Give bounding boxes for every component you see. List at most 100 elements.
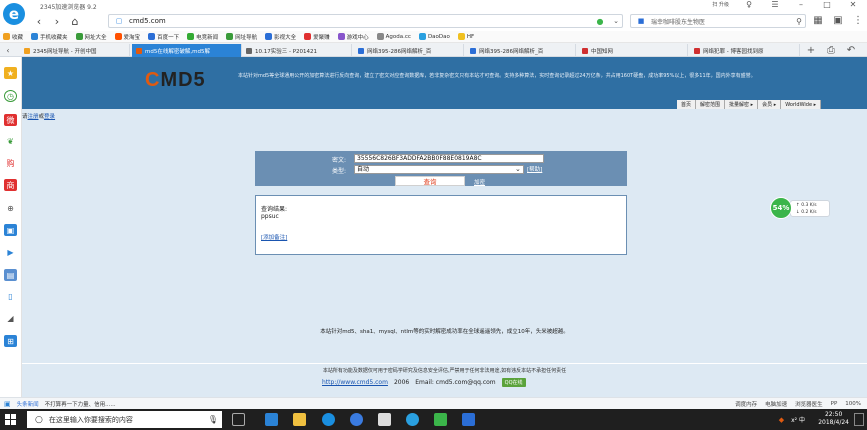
browser-tab[interactable]: 中国知网	[578, 44, 688, 57]
browser-tab[interactable]: 10.17实验三 - P201421	[242, 44, 352, 57]
taskbar-search[interactable]: ○ 在这里输入你要搜索的内容 🎙	[27, 411, 222, 428]
qq-online-button[interactable]: QQ在线	[501, 378, 526, 387]
shopping-icon[interactable]: 购	[4, 157, 17, 169]
speed-booster-button[interactable]: 54%	[770, 197, 792, 219]
notification-icon[interactable]	[854, 413, 864, 426]
login-link[interactable]: 登录	[44, 114, 55, 120]
search-icon[interactable]: ⚲	[793, 15, 805, 27]
bookmark-item[interactable]: 爱淘宝	[114, 33, 140, 41]
store-icon[interactable]	[378, 413, 391, 426]
weibo-icon[interactable]: 微	[4, 114, 17, 126]
ciphertext-input[interactable]: 35556C826BF3ADDFA2BB0F88E0819A8C	[354, 154, 544, 163]
footer-contact: http://www.cmd5.com 2006 Email: cmd5.com…	[322, 378, 526, 387]
favorites-star-icon[interactable]: ★	[4, 67, 17, 79]
bookmark-item[interactable]: 手机收藏夹	[31, 33, 68, 41]
search-input[interactable]: ■ 瑞幸咖啡股东生物医 ⚲	[630, 14, 806, 28]
microphone-icon[interactable]: 🎙	[208, 415, 222, 424]
login-prompt: 请注册或登录	[22, 114, 56, 120]
phone-icon[interactable]: ▯	[4, 290, 17, 302]
status-tool-item[interactable]: 100%	[845, 401, 861, 407]
bookmark-item[interactable]: 爱聚赚	[304, 33, 330, 41]
app-green-icon[interactable]	[434, 413, 447, 426]
status-tool-item[interactable]: PP	[831, 401, 838, 407]
tab-bar: ‹ 2345网址导航 - 开创中国 md5在线解密破解,md5解 10.17实验三 …	[0, 43, 867, 57]
site-nav-item[interactable]: 批量解密 ▸	[725, 100, 759, 109]
app-icon[interactable]: ▣	[4, 224, 17, 236]
restore-tab-icon[interactable]: ⎙	[825, 44, 837, 56]
task-view-icon[interactable]	[232, 413, 245, 426]
undo-icon[interactable]: ↶	[845, 44, 857, 56]
url-input[interactable]: ▢ cmd5.com ● ⌄	[108, 14, 623, 28]
status-tool-item[interactable]: 电脑加速	[765, 400, 787, 408]
bookmark-item[interactable]: 百度一下	[148, 33, 179, 41]
history-clock-icon[interactable]: ◷	[4, 90, 17, 102]
windows-start-icon[interactable]	[5, 414, 16, 425]
site-nav-item[interactable]: WorldWide ▸	[781, 100, 822, 109]
plant-icon[interactable]: ❦	[4, 135, 17, 147]
browser-2345-icon[interactable]	[322, 413, 335, 426]
news-ticker[interactable]: ▣ 头条新闻 不打算再一下力量、信用......	[4, 400, 116, 408]
bookmark-item[interactable]: DaoDao	[418, 33, 450, 40]
bookmark-item[interactable]: 网址大全	[75, 33, 107, 41]
browser-tab[interactable]: 2345网址导航 - 开创中国	[20, 44, 130, 57]
mail-icon[interactable]	[462, 413, 475, 426]
type-select[interactable]: 自动 ⌄	[354, 165, 524, 174]
footer-url-link[interactable]: http://www.cmd5.com	[322, 379, 388, 386]
search-engine-icon[interactable]: ■	[635, 15, 647, 27]
close-icon[interactable]: ✕	[847, 0, 859, 9]
bookmark-item[interactable]: 网址导航	[226, 33, 257, 41]
mall-icon[interactable]: 商	[4, 179, 17, 191]
screen-icon[interactable]: ▤	[4, 269, 17, 281]
encrypt-link[interactable]: 加密	[474, 178, 485, 186]
address-bar: ‹ › ⌂ ▢ cmd5.com ● ⌄ ■ 瑞幸咖啡股东生物医 ⚲ ▦ ▣ ⋮	[28, 12, 867, 31]
file-explorer-icon[interactable]	[293, 413, 306, 426]
browser-tab[interactable]: 网络犯罪 - 博客园找到原	[690, 44, 800, 57]
shirt-icon[interactable]: ♀	[743, 0, 755, 9]
browser-tab[interactable]: 网络395-286网络解析_百	[354, 44, 464, 57]
add-note-link[interactable]: [添加备注]	[261, 233, 287, 241]
video-icon[interactable]: ▶	[4, 246, 17, 258]
bookmark-item[interactable]: 电竞新闻	[187, 33, 218, 41]
tray-app-icon[interactable]: ◆	[779, 416, 784, 424]
gamepad-icon[interactable]: ⊕	[4, 202, 17, 214]
bookmark-item[interactable]: 收藏	[3, 33, 23, 41]
bookmark-item[interactable]: 游戏中心	[337, 33, 369, 41]
menu-icon[interactable]: ☰	[769, 0, 781, 9]
minimize-icon[interactable]: –	[795, 0, 807, 9]
tray-upgrade[interactable]: 扫 升级	[712, 1, 729, 8]
bookmark-label: 爱聚赚	[313, 34, 330, 41]
browser-logo-icon[interactable]: e	[3, 3, 25, 25]
back-icon[interactable]: ‹	[32, 14, 46, 28]
browser-tab[interactable]: 网络395-286网络解析_百	[466, 44, 576, 57]
site-nav-item[interactable]: 解密范围	[696, 100, 726, 109]
bookmark-item[interactable]: 影视大全	[265, 33, 296, 41]
bookmark-item[interactable]: Agoda.cc	[376, 33, 411, 40]
bookmark-item[interactable]: HF	[457, 33, 474, 40]
site-nav-item[interactable]: 会员 ▸	[758, 100, 782, 109]
query-button[interactable]: 查询	[395, 176, 465, 186]
register-link[interactable]: 注册	[28, 114, 39, 120]
tab-scroll-left-icon[interactable]: ‹	[2, 44, 14, 56]
browser-2-icon[interactable]	[350, 413, 363, 426]
status-tool-item[interactable]: 调度内存	[735, 400, 757, 408]
cmd5-logo[interactable]: CMD5	[145, 69, 235, 91]
maximize-icon[interactable]: □	[821, 0, 833, 9]
chevron-down-icon[interactable]: ⌄	[610, 15, 622, 27]
apps-grid-icon[interactable]: ▦	[812, 14, 824, 26]
qq-icon[interactable]	[406, 413, 419, 426]
extensions-icon[interactable]: ▣	[832, 14, 844, 26]
browser-tab[interactable]: md5在线解密破解,md5解	[132, 44, 242, 57]
tray-text[interactable]: x² 中	[791, 415, 805, 424]
new-tab-icon[interactable]: +	[805, 44, 817, 56]
home-icon[interactable]: ⌂	[68, 14, 82, 28]
forward-icon[interactable]: ›	[50, 14, 64, 28]
system-clock[interactable]: 22:50 2018/4/24	[818, 411, 849, 427]
secure-icon[interactable]: ●	[594, 15, 606, 27]
grid-apps-icon[interactable]: ⊞	[4, 335, 17, 347]
overflow-icon[interactable]: ⋮	[852, 14, 864, 26]
tools-icon[interactable]: ◢	[4, 312, 17, 324]
edge-icon[interactable]	[265, 413, 278, 426]
type-help-link[interactable]: [帮助]	[527, 165, 542, 173]
status-tool-item[interactable]: 浏览器医生	[795, 400, 823, 408]
site-nav-item[interactable]: 首页	[677, 100, 697, 109]
